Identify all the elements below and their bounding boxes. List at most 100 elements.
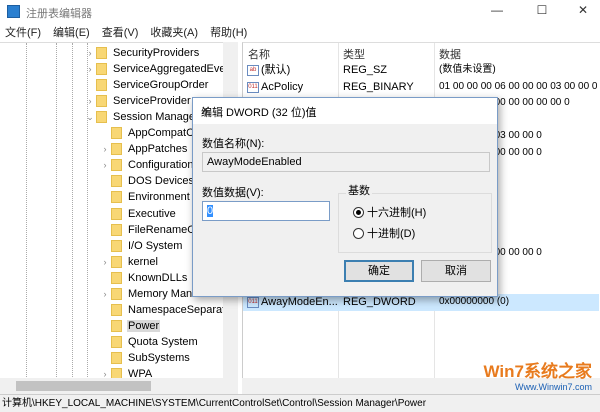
tree-node[interactable]: KnownDLLs xyxy=(99,270,188,286)
folder-icon xyxy=(111,223,122,236)
tree-node-label: ServiceGroupOrder xyxy=(113,79,209,92)
tree-node[interactable]: SubSystems xyxy=(99,350,191,366)
tree-node[interactable]: › kernel xyxy=(99,254,159,270)
tree-node-label: NamespaceSeparati xyxy=(128,303,228,316)
folder-icon xyxy=(111,207,122,220)
expand-icon[interactable]: › xyxy=(84,48,96,58)
tree-horizontal-scrollbar[interactable] xyxy=(0,378,238,394)
expand-icon[interactable]: ⌄ xyxy=(84,112,96,123)
list-row[interactable]: 011 AcPolicy REG_BINARY 01 00 00 00 06 00 0… xyxy=(243,79,599,96)
value-data-label: 数值数据(V): xyxy=(202,187,264,199)
folder-icon xyxy=(96,95,107,108)
tree-node[interactable]: › Configuration xyxy=(99,157,194,173)
minimize-button[interactable]: — xyxy=(484,3,510,21)
value-data-input[interactable]: 0 xyxy=(202,201,330,221)
column-data[interactable]: 数据 xyxy=(439,46,461,62)
tree-node[interactable]: › AppPatches xyxy=(99,141,188,157)
tree-node[interactable]: › ServiceProvider xyxy=(84,93,192,109)
folder-icon xyxy=(111,127,122,140)
list-header: 名称 类型 数据 xyxy=(243,43,599,61)
radio-hex-circle[interactable] xyxy=(353,206,364,218)
close-button[interactable]: ✕ xyxy=(570,3,596,21)
expand-icon[interactable]: › xyxy=(99,257,111,267)
tree-node[interactable]: › ServiceAggregatedEven xyxy=(84,61,233,77)
tree-node[interactable]: ⌄ Session Manager xyxy=(84,109,200,125)
tree-node-label: Environment xyxy=(128,191,190,204)
menu-bar: 文件(F) 编辑(E) 查看(V) 收藏夹(A) 帮助(H) xyxy=(0,24,600,42)
expand-icon[interactable]: › xyxy=(99,289,111,299)
folder-icon xyxy=(111,255,122,268)
tree-node-label: Configuration xyxy=(128,159,194,172)
tree-node[interactable]: › Memory Mana xyxy=(99,286,199,302)
column-name[interactable]: 名称 xyxy=(248,46,270,62)
tree-node-label: Executive xyxy=(128,207,176,220)
menu-help[interactable]: 帮助(H) xyxy=(210,24,247,42)
folder-icon xyxy=(111,351,122,364)
tree-node[interactable]: › SecurityProviders xyxy=(84,45,200,61)
tree-node[interactable]: I/O System xyxy=(99,238,183,254)
dialog-close-button[interactable]: ✕ xyxy=(201,104,487,117)
status-bar-path: 计算机\HKEY_LOCAL_MACHINE\SYSTEM\CurrentCon… xyxy=(0,394,600,412)
folder-icon xyxy=(96,63,107,76)
tree-node[interactable]: AppCompatCa xyxy=(99,125,201,141)
value-data-text: 0 xyxy=(207,205,214,217)
watermark-url: Www.Winwin7.com xyxy=(514,382,592,392)
folder-icon xyxy=(111,319,122,332)
radio-decimal[interactable]: 十进制(D) xyxy=(353,225,415,241)
row-data: (数值未设置) xyxy=(439,64,496,75)
binary-value-icon: 011 xyxy=(247,81,259,93)
maximize-button[interactable]: ☐ xyxy=(529,3,555,21)
tree-node[interactable]: Power xyxy=(99,318,161,334)
tree-node-label: Quota System xyxy=(128,335,198,348)
string-value-icon: ab xyxy=(247,65,259,76)
value-name-field[interactable]: AwayModeEnabled xyxy=(202,152,490,172)
tree-node-label: Power xyxy=(127,319,161,332)
expand-icon[interactable]: › xyxy=(99,160,111,170)
radio-decimal-circle[interactable] xyxy=(353,227,364,239)
edit-dword-dialog: 编辑 DWORD (32 位)值 ✕ 数值名称(N): AwayModeEnab… xyxy=(192,97,498,297)
title-bar: 注册表编辑器 — ☐ ✕ xyxy=(0,0,600,24)
folder-icon xyxy=(111,287,122,300)
tree-node[interactable]: ServiceGroupOrder xyxy=(84,77,209,93)
radio-hex[interactable]: 十六进制(H) xyxy=(353,204,426,220)
tree-node[interactable]: DOS Devices xyxy=(99,173,195,189)
tree-node[interactable]: FileRenameOp xyxy=(99,222,203,238)
tree-node-label: SubSystems xyxy=(128,351,190,364)
folder-icon xyxy=(111,303,122,316)
tree-node-label: SecurityProviders xyxy=(113,47,200,59)
tree-node-label: kernel xyxy=(128,255,158,268)
dialog-title-bar: 编辑 DWORD (32 位)值 ✕ xyxy=(193,98,497,124)
list-row[interactable]: ab (默认) REG_SZ (数值未设置) xyxy=(243,62,599,79)
watermark: Win7系统之家 Www.Winwin7.com xyxy=(484,357,592,392)
column-type[interactable]: 类型 xyxy=(343,46,365,62)
base-group-label: 基数 xyxy=(346,182,372,198)
ok-button[interactable]: 确定 xyxy=(344,260,414,282)
tree-node[interactable]: Executive xyxy=(99,206,177,222)
folder-icon xyxy=(111,271,122,284)
tree-node-label: AppCompatCa xyxy=(128,127,201,140)
tree-node[interactable]: Quota System xyxy=(99,334,199,350)
tree-node-label: ServiceAggregatedEven xyxy=(113,63,232,76)
tree-node-label: KnownDLLs xyxy=(128,271,188,284)
expand-icon[interactable]: › xyxy=(84,64,96,74)
folder-icon xyxy=(111,143,122,156)
cancel-button[interactable]: 取消 xyxy=(421,260,491,282)
row-name: (默认) xyxy=(261,64,291,76)
expand-icon[interactable]: › xyxy=(99,144,111,154)
tree-node-label: ServiceProvider xyxy=(113,95,191,108)
folder-icon xyxy=(96,47,107,59)
tree-node-label: Session Manager xyxy=(113,111,199,124)
menu-view[interactable]: 查看(V) xyxy=(102,24,139,42)
tree-node[interactable]: NamespaceSeparati xyxy=(99,302,229,318)
binary-value-icon: 011 xyxy=(247,297,259,309)
menu-favorites[interactable]: 收藏夹(A) xyxy=(150,24,198,42)
menu-edit[interactable]: 编辑(E) xyxy=(53,24,90,42)
folder-icon xyxy=(96,79,107,92)
tree-node[interactable]: Environment xyxy=(99,189,191,205)
folder-icon xyxy=(96,111,107,124)
menu-file[interactable]: 文件(F) xyxy=(5,24,41,42)
expand-icon[interactable]: › xyxy=(84,96,96,106)
row-type: REG_SZ xyxy=(343,64,388,76)
row-name: AcPolicy xyxy=(261,80,304,93)
row-data: 01 00 00 00 06 00 00 00 03 00 00 0 xyxy=(439,80,598,92)
